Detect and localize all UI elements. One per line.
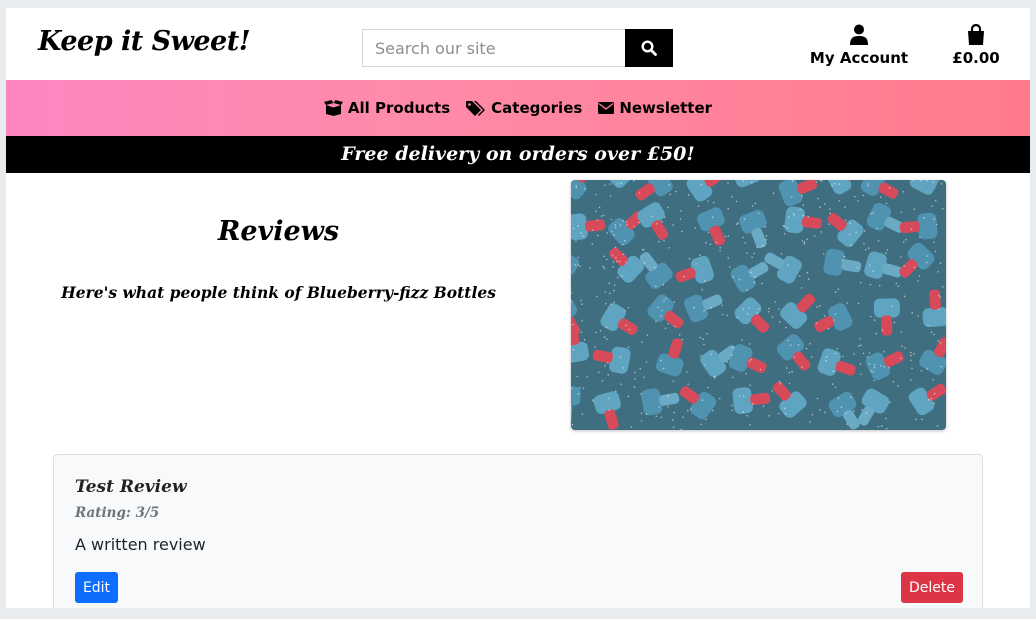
main-nav: All Products Categories Newsletter <box>6 80 1030 136</box>
site-header: Keep it Sweet! My Account <box>6 8 1030 80</box>
nav-newsletter[interactable]: Newsletter <box>598 99 712 117</box>
nav-all-products-label: All Products <box>347 99 451 117</box>
shopping-bag-link[interactable]: £0.00 <box>946 23 1006 67</box>
search-icon <box>641 40 657 56</box>
my-account-label: My Account <box>809 49 909 67</box>
tags-icon <box>466 100 486 116</box>
search-form <box>362 29 673 67</box>
page-subtitle: Here's what people think of Blueberry-fi… <box>61 283 496 302</box>
review-title: Test Review <box>75 477 187 497</box>
page: Keep it Sweet! My Account <box>6 8 1030 608</box>
review-rating: Rating: 3/5 <box>75 505 160 521</box>
search-button[interactable] <box>625 29 673 67</box>
edit-review-button[interactable]: Edit <box>75 572 118 603</box>
promo-banner: Free delivery on orders over £50! <box>6 136 1030 173</box>
nav-newsletter-label: Newsletter <box>619 99 713 117</box>
review-body: A written review <box>75 535 206 554</box>
site-logo[interactable]: Keep it Sweet! <box>38 26 251 57</box>
nav-categories-label: Categories <box>491 99 583 117</box>
box-open-icon <box>323 100 343 116</box>
user-icon <box>804 24 914 46</box>
bag-total: £0.00 <box>952 49 1000 67</box>
my-account-link[interactable]: My Account <box>804 24 914 67</box>
delete-review-button[interactable]: Delete <box>901 572 963 603</box>
product-image <box>571 180 946 430</box>
shopping-bag-icon <box>946 23 1006 46</box>
page-title: Reviews <box>217 216 340 247</box>
search-input[interactable] <box>362 29 625 67</box>
envelope-icon <box>598 102 615 114</box>
nav-all-products[interactable]: All Products <box>323 99 451 117</box>
nav-categories[interactable]: Categories <box>466 99 582 117</box>
review-card: Test Review Rating: 3/5 A written review… <box>53 454 983 608</box>
